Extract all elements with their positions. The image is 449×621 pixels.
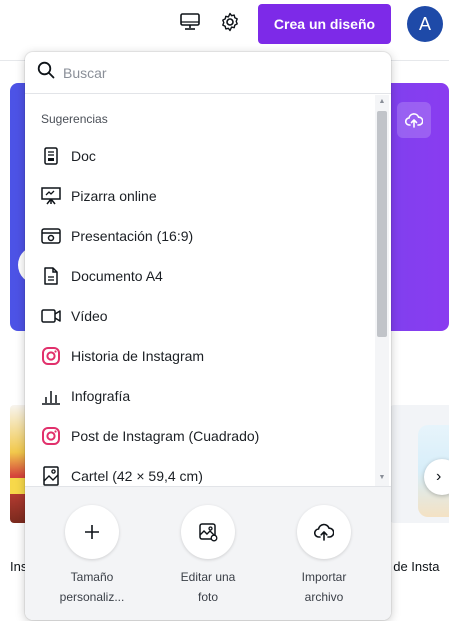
suggestion-label: Pizarra online: [71, 188, 157, 204]
presentation-icon: [41, 226, 61, 246]
suggestion-label: Cartel (42 × 59,4 cm): [71, 468, 203, 484]
suggestion-poster[interactable]: Cartel (42 × 59,4 cm): [25, 456, 377, 486]
create-design-button[interactable]: Crea un diseño: [258, 4, 391, 44]
suggestion-instagram-story[interactable]: Historia de Instagram: [25, 336, 377, 376]
suggestion-label: Documento A4: [71, 268, 163, 284]
search-input[interactable]: [63, 64, 363, 81]
custom-size-label: Tamaño personaliz...: [32, 567, 152, 607]
doc-icon: [41, 146, 61, 166]
suggestion-label: Historia de Instagram: [71, 348, 205, 364]
suggestions-list: Sugerencias Doc Pizarra online Presentac…: [25, 95, 377, 486]
chevron-right-icon: ›: [436, 468, 442, 485]
avatar[interactable]: A: [407, 6, 443, 42]
top-bar: Crea un diseño A: [0, 0, 449, 46]
edit-photo-button[interactable]: Editar una foto: [148, 487, 268, 620]
monitor-icon[interactable]: [178, 10, 202, 34]
edit-photo-label-line2: foto: [197, 590, 218, 604]
quick-actions-footer: Tamaño personaliz... Editar una foto Imp…: [25, 486, 391, 620]
suggestion-infographic[interactable]: Infografía: [25, 376, 377, 416]
import-file-label-line1: Importar: [301, 570, 347, 584]
background-label-right[interactable]: t de Insta: [386, 559, 439, 574]
suggestion-video[interactable]: Vídeo: [25, 296, 377, 336]
chart-bars-icon: [41, 386, 61, 406]
suggestion-instagram-post[interactable]: Post de Instagram (Cuadrado): [25, 416, 377, 456]
suggestions-title: Sugerencias: [41, 112, 108, 126]
custom-size-label-line1: Tamaño: [70, 570, 114, 584]
suggestion-doc[interactable]: Doc: [25, 136, 377, 176]
instagram-icon: [41, 346, 61, 366]
cloud-upload-icon: [297, 505, 351, 559]
plus-icon: [65, 505, 119, 559]
suggestion-presentation[interactable]: Presentación (16:9): [25, 216, 377, 256]
search-icon: [37, 61, 55, 84]
gear-icon[interactable]: [218, 10, 242, 34]
custom-size-button[interactable]: Tamaño personaliz...: [32, 487, 152, 620]
suggestion-label: Doc: [71, 148, 96, 164]
suggestion-label: Presentación (16:9): [71, 228, 194, 244]
import-file-button[interactable]: Importar archivo: [264, 487, 384, 620]
import-file-label: Importar archivo: [264, 567, 384, 607]
scroll-up-arrow-icon[interactable]: ▲: [378, 97, 386, 107]
whiteboard-icon: [41, 186, 61, 206]
create-design-dropdown: Sugerencias Doc Pizarra online Presentac…: [25, 52, 391, 620]
suggestion-label: Post de Instagram (Cuadrado): [71, 428, 260, 444]
custom-size-label-line2: personaliz...: [59, 590, 125, 604]
suggestion-label: Infografía: [71, 388, 131, 404]
instagram-icon: [41, 426, 61, 446]
edit-photo-label: Editar una foto: [148, 567, 268, 607]
video-icon: [41, 306, 61, 326]
suggestion-label: Vídeo: [71, 308, 108, 324]
document-icon: [41, 266, 61, 286]
suggestion-whiteboard[interactable]: Pizarra online: [25, 176, 377, 216]
scrollbar-thumb[interactable]: [377, 111, 387, 337]
image-edit-icon: [181, 505, 235, 559]
import-file-label-line2: archivo: [304, 590, 344, 604]
cloud-upload-icon[interactable]: [397, 102, 431, 138]
scroll-down-arrow-icon[interactable]: ▼: [378, 473, 386, 483]
suggestions-scrollbar[interactable]: ▲ ▼: [375, 95, 389, 486]
suggestion-document-a4[interactable]: Documento A4: [25, 256, 377, 296]
edit-photo-label-line1: Editar una: [180, 570, 236, 584]
poster-icon: [41, 466, 61, 486]
search-bar: [25, 52, 391, 94]
